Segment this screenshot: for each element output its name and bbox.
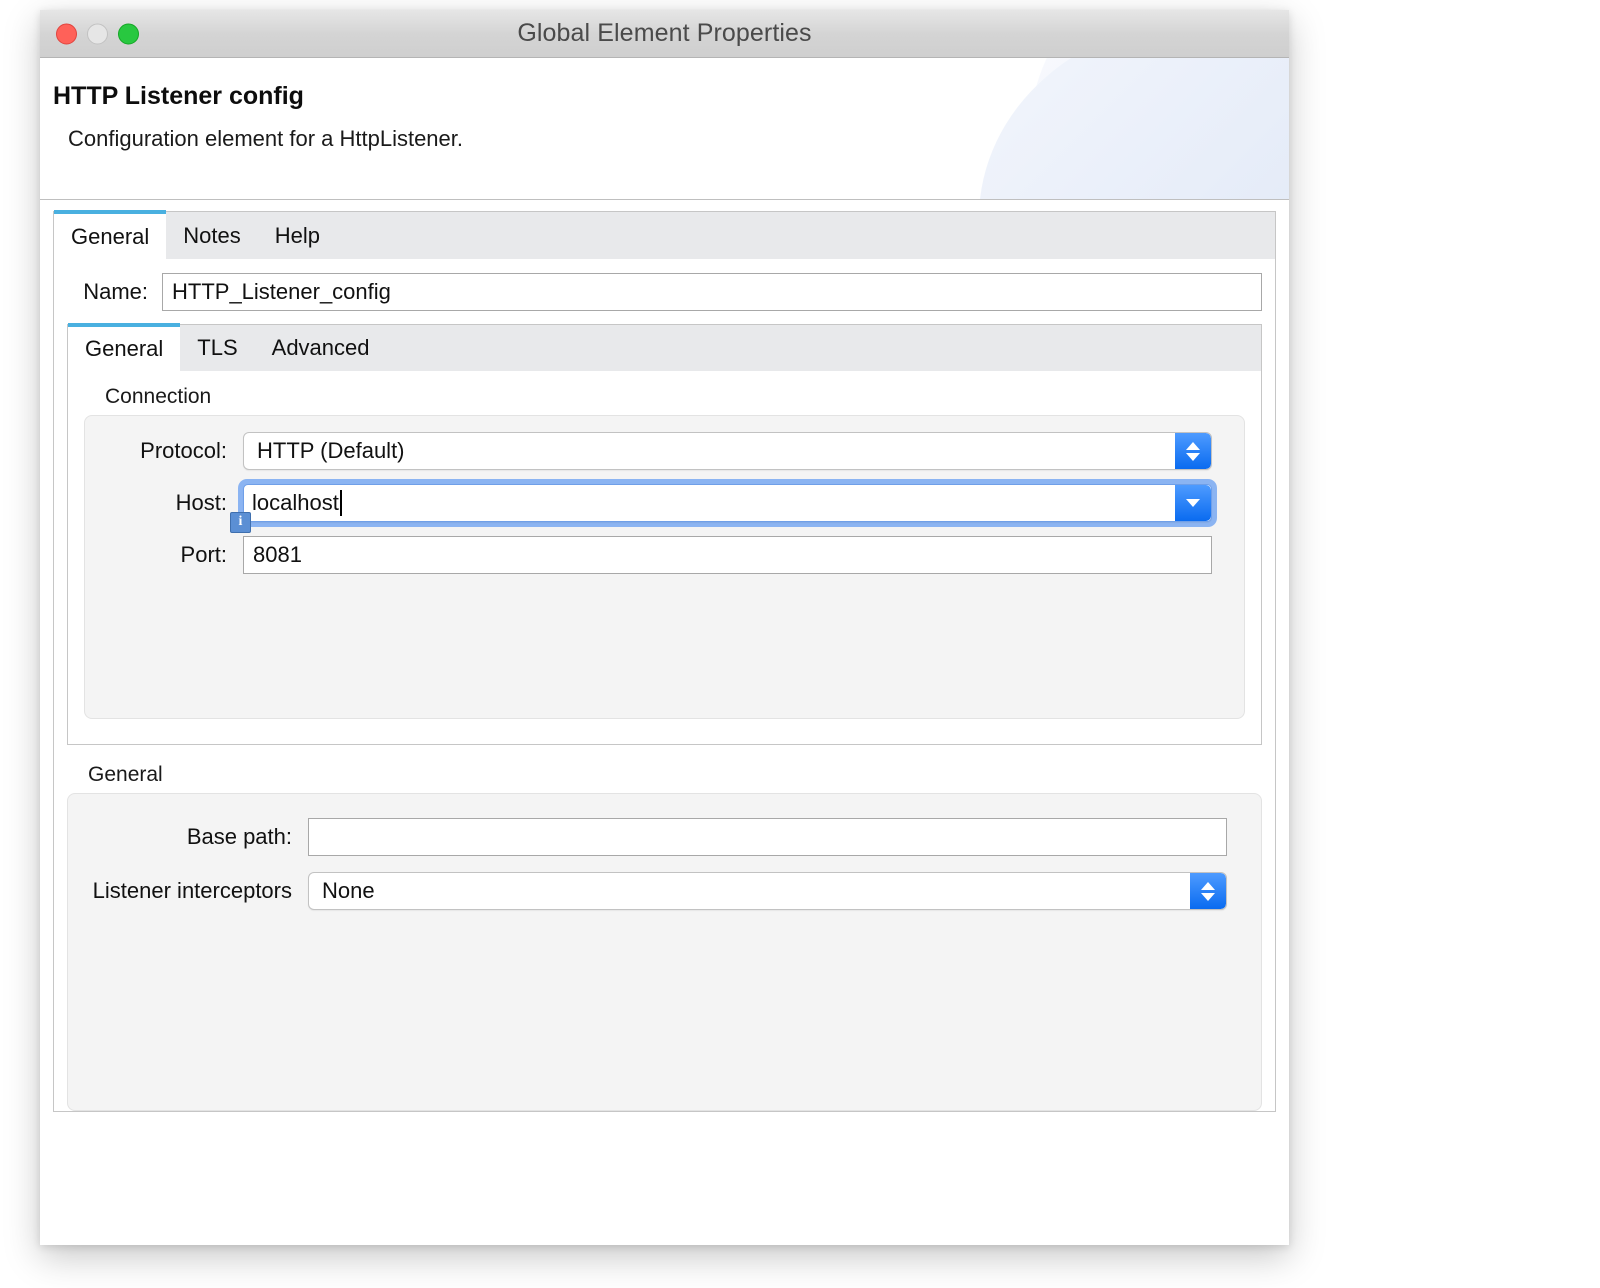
- dialog-body: General Notes Help Name:: [40, 200, 1289, 1245]
- tab-advanced-label: Advanced: [272, 335, 370, 361]
- tab-help[interactable]: Help: [258, 212, 337, 259]
- chevron-down-icon: [1186, 499, 1200, 507]
- chevron-updown-icon[interactable]: [1190, 873, 1226, 909]
- info-icon[interactable]: i: [230, 512, 251, 533]
- listener-interceptors-label: Listener interceptors: [68, 878, 308, 904]
- general-group: General Base path: Listener interceptors: [54, 745, 1275, 1111]
- host-dropdown-button[interactable]: [1175, 485, 1211, 521]
- protocol-combobox[interactable]: HTTP (Default): [243, 432, 1212, 470]
- port-input[interactable]: [243, 536, 1212, 574]
- general-group-label: General: [88, 763, 1262, 787]
- tab-advanced[interactable]: Advanced: [255, 325, 387, 371]
- inner-tab-widget: General TLS Advanced Connection: [54, 324, 1275, 745]
- chevron-up-icon: [1201, 882, 1215, 890]
- dialog-window: Global Element Properties HTTP Listener …: [40, 10, 1289, 1245]
- port-field: [243, 536, 1212, 574]
- name-row: Name:: [54, 259, 1275, 324]
- base-path-row: Base path:: [68, 818, 1261, 856]
- outer-tab-strip: General Notes Help: [53, 211, 1276, 259]
- tab-tls-label: TLS: [197, 335, 237, 361]
- tab-help-label: Help: [275, 223, 320, 249]
- tab-notes-label: Notes: [183, 223, 240, 249]
- chevron-down-icon: [1186, 453, 1200, 461]
- tab-general-inner-label: General: [85, 336, 163, 362]
- chevron-updown-icon[interactable]: [1175, 433, 1211, 469]
- minimize-button[interactable]: [87, 23, 108, 44]
- listener-interceptors-row: Listener interceptors None: [68, 872, 1261, 910]
- host-combobox[interactable]: localhost: [243, 484, 1212, 522]
- connection-group-panel: Protocol: HTTP (Default): [84, 415, 1245, 719]
- protocol-row: Protocol: HTTP (Default): [85, 432, 1244, 470]
- host-value: localhost: [244, 485, 1175, 521]
- listener-interceptors-combobox[interactable]: None: [308, 872, 1227, 910]
- outer-tab-widget: General Notes Help Name:: [53, 211, 1276, 1112]
- chevron-down-icon: [1201, 893, 1215, 901]
- zoom-button[interactable]: [118, 23, 139, 44]
- name-label: Name:: [54, 279, 162, 305]
- port-row: Port:: [85, 536, 1244, 574]
- outer-tab-panel: Name: General TLS Advanced: [53, 259, 1276, 1112]
- header-decoration-arc-outer: [1029, 58, 1289, 200]
- protocol-value: HTTP (Default): [244, 433, 1175, 469]
- protocol-field: HTTP (Default): [243, 432, 1212, 470]
- tab-general-outer-label: General: [71, 224, 149, 250]
- inner-tab-strip: General TLS Advanced: [67, 324, 1262, 371]
- inner-tab-panel: Connection Protocol: HTTP (Default): [67, 371, 1262, 745]
- host-row: Host: localhost: [85, 484, 1244, 522]
- page-title: HTTP Listener config: [53, 82, 304, 111]
- listener-interceptors-value: None: [309, 873, 1190, 909]
- dialog-header: HTTP Listener config Configuration eleme…: [40, 58, 1289, 200]
- tab-general-inner[interactable]: General: [68, 323, 180, 371]
- port-label: Port:: [85, 542, 243, 568]
- close-button[interactable]: [56, 23, 77, 44]
- title-bar: Global Element Properties: [40, 10, 1289, 58]
- tab-tls[interactable]: TLS: [180, 325, 254, 371]
- chevron-up-icon: [1186, 442, 1200, 450]
- name-input[interactable]: [162, 273, 1262, 311]
- host-label: Host:: [85, 490, 243, 516]
- text-caret: [340, 490, 342, 516]
- listener-interceptors-field: None: [308, 872, 1227, 910]
- tab-general-outer[interactable]: General: [54, 210, 166, 259]
- base-path-label: Base path:: [68, 824, 308, 850]
- base-path-field: [308, 818, 1227, 856]
- connection-group-label: Connection: [105, 385, 1245, 409]
- host-value-text: localhost: [252, 490, 339, 516]
- page-subtitle: Configuration element for a HttpListener…: [68, 126, 463, 152]
- general-group-panel: Base path: Listener interceptors None: [67, 793, 1262, 1111]
- base-path-input[interactable]: [308, 818, 1227, 856]
- header-decoration-arc-inner: [979, 58, 1289, 200]
- host-field: localhost i: [243, 484, 1212, 522]
- window-controls: [56, 23, 139, 44]
- tab-notes[interactable]: Notes: [166, 212, 257, 259]
- window-title: Global Element Properties: [40, 19, 1289, 48]
- protocol-label: Protocol:: [85, 438, 243, 464]
